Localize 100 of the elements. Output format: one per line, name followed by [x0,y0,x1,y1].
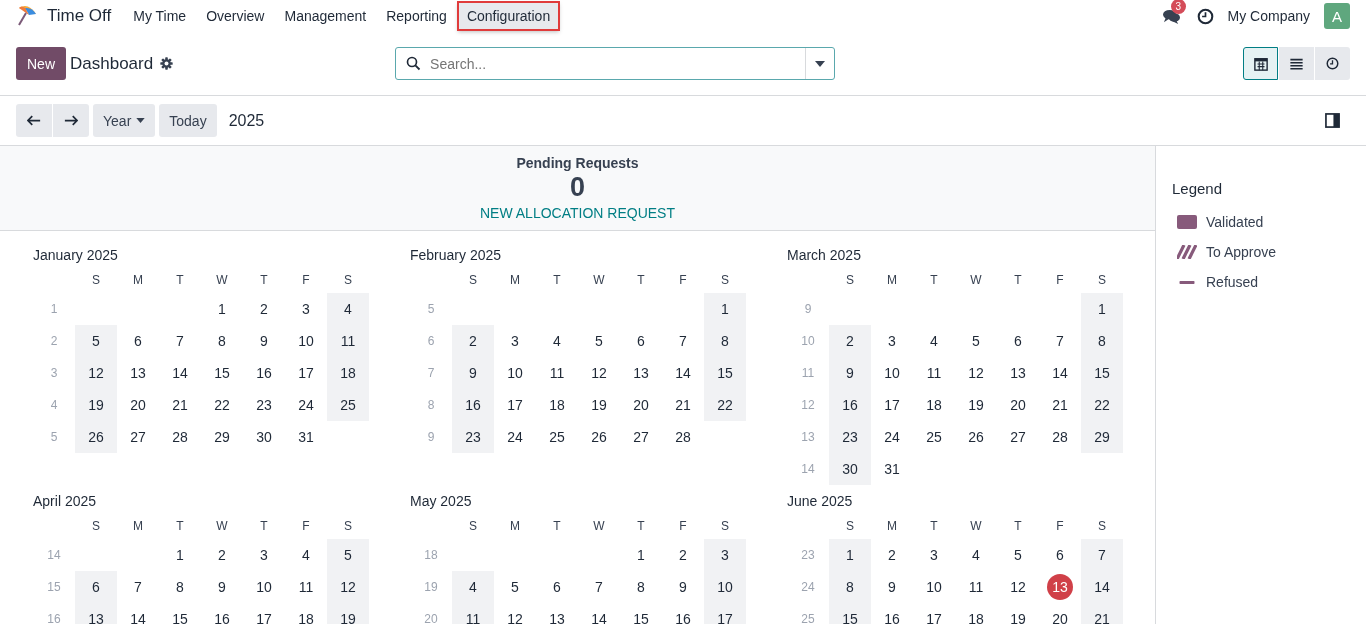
day-cell[interactable]: 3 [243,539,285,571]
clock-icon[interactable] [1196,7,1214,25]
day-cell[interactable]: 23 [829,421,871,453]
day-cell[interactable]: 4 [955,539,997,571]
day-cell[interactable]: 12 [578,357,620,389]
day-cell[interactable]: 18 [285,603,327,624]
day-cell[interactable]: 20 [620,389,662,421]
day-cell[interactable]: 8 [159,571,201,603]
day-cell[interactable]: 6 [75,571,117,603]
day-cell[interactable]: 15 [829,603,871,624]
day-cell[interactable]: 6 [620,325,662,357]
day-cell[interactable]: 13 [997,357,1039,389]
day-cell[interactable]: 14 [159,357,201,389]
day-cell[interactable]: 15 [704,357,746,389]
day-cell[interactable]: 16 [662,603,704,624]
day-cell[interactable]: 5 [494,571,536,603]
day-cell[interactable]: 8 [704,325,746,357]
day-cell[interactable]: 25 [913,421,955,453]
day-cell[interactable]: 10 [494,357,536,389]
day-cell[interactable]: 2 [243,293,285,325]
day-cell[interactable]: 29 [201,421,243,453]
day-cell[interactable]: 2 [201,539,243,571]
day-cell[interactable]: 17 [494,389,536,421]
day-cell[interactable]: 18 [955,603,997,624]
day-cell[interactable]: 17 [285,357,327,389]
day-cell[interactable]: 6 [117,325,159,357]
day-cell[interactable]: 4 [327,293,369,325]
day-cell[interactable]: 4 [536,325,578,357]
day-cell[interactable]: 14 [117,603,159,624]
day-cell[interactable]: 13 [536,603,578,624]
day-cell[interactable]: 26 [75,421,117,453]
search-field[interactable]: Search... [395,47,836,80]
day-cell[interactable]: 3 [704,539,746,571]
day-cell[interactable]: 21 [662,389,704,421]
day-cell[interactable]: 5 [75,325,117,357]
day-cell[interactable]: 23 [243,389,285,421]
day-cell[interactable]: 14 [662,357,704,389]
next-button[interactable] [53,104,89,137]
day-cell[interactable]: 19 [75,389,117,421]
day-cell[interactable]: 4 [452,571,494,603]
menu-item[interactable]: Configuration [457,2,560,30]
list-view-button[interactable] [1279,47,1314,80]
day-cell[interactable]: 10 [243,571,285,603]
day-cell[interactable]: 26 [578,421,620,453]
day-cell[interactable]: 14 [1039,357,1081,389]
day-cell[interactable]: 2 [662,539,704,571]
day-cell[interactable]: 8 [620,571,662,603]
day-cell[interactable]: 19 [327,603,369,624]
day-cell[interactable]: 8 [829,571,871,603]
day-cell[interactable]: 28 [1039,421,1081,453]
day-cell[interactable]: 6 [997,325,1039,357]
day-cell[interactable]: 16 [871,603,913,624]
day-cell[interactable]: 14 [1081,571,1123,603]
day-cell[interactable]: 28 [662,421,704,453]
day-cell[interactable]: 21 [159,389,201,421]
day-cell[interactable]: 29 [1081,421,1123,453]
day-cell[interactable]: 24 [285,389,327,421]
activity-view-button[interactable] [1315,47,1350,80]
day-cell[interactable]: 20 [997,389,1039,421]
day-cell[interactable]: 2 [829,325,871,357]
day-cell[interactable]: 16 [243,357,285,389]
day-cell[interactable]: 27 [620,421,662,453]
menu-item[interactable]: Reporting [377,2,456,30]
day-cell[interactable]: 7 [1081,539,1123,571]
day-cell[interactable]: 31 [871,453,913,485]
day-cell[interactable]: 11 [327,325,369,357]
day-cell[interactable]: 25 [536,421,578,453]
day-cell[interactable]: 22 [704,389,746,421]
day-cell[interactable]: 5 [327,539,369,571]
app-name[interactable]: Time Off [47,6,112,26]
day-cell[interactable]: 2 [871,539,913,571]
day-cell[interactable]: 11 [536,357,578,389]
menu-item[interactable]: Overview [197,2,274,30]
day-cell[interactable]: 30 [829,453,871,485]
day-cell[interactable]: 9 [829,357,871,389]
day-cell[interactable]: 17 [243,603,285,624]
day-cell[interactable]: 7 [1039,325,1081,357]
calendar-view-button[interactable] [1243,47,1278,80]
day-cell[interactable]: 6 [536,571,578,603]
day-cell[interactable]: 17 [704,603,746,624]
day-cell[interactable]: 7 [117,571,159,603]
day-cell[interactable]: 7 [662,325,704,357]
day-cell[interactable]: 9 [243,325,285,357]
day-cell[interactable]: 12 [997,571,1039,603]
day-cell[interactable]: 11 [955,571,997,603]
day-cell[interactable]: 1 [829,539,871,571]
day-cell[interactable]: 1 [704,293,746,325]
day-cell[interactable]: 20 [1039,603,1081,624]
day-cell[interactable]: 11 [285,571,327,603]
day-cell[interactable]: 19 [578,389,620,421]
day-cell[interactable]: 16 [452,389,494,421]
today-button[interactable]: Today [159,104,217,137]
day-cell[interactable]: 3 [913,539,955,571]
day-cell[interactable]: 21 [1081,603,1123,624]
day-cell[interactable]: 12 [955,357,997,389]
day-cell[interactable]: 2 [452,325,494,357]
day-cell[interactable]: 12 [494,603,536,624]
day-cell[interactable]: 24 [494,421,536,453]
day-cell[interactable]: 18 [913,389,955,421]
new-allocation-link[interactable]: NEW ALLOCATION REQUEST [480,205,675,221]
